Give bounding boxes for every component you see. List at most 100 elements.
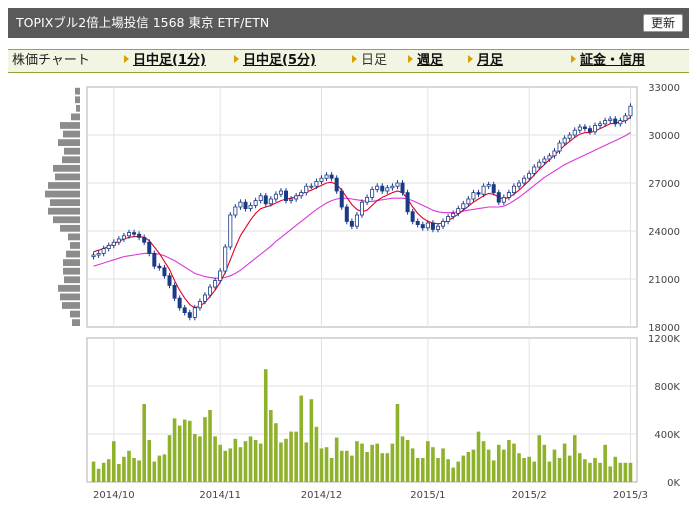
price-tick-label: 27000 — [648, 179, 680, 190]
candle-up — [385, 187, 390, 192]
volume-bar — [274, 423, 278, 482]
candle-up — [593, 125, 598, 133]
candle-up — [567, 134, 572, 139]
candle-up — [577, 126, 582, 131]
candle-up — [441, 220, 446, 227]
volume-bar — [537, 435, 542, 482]
volume-bar — [380, 453, 385, 482]
volume-bar — [572, 435, 577, 482]
candle-up — [273, 193, 278, 200]
volume-profile-bar — [48, 182, 80, 189]
volume-bar — [385, 453, 390, 482]
volume-bar — [279, 442, 283, 482]
candle-up — [197, 300, 202, 309]
volume-bar — [552, 449, 557, 482]
candle-up — [354, 214, 359, 227]
candle-up — [435, 225, 440, 230]
volume-profile-bar — [48, 207, 80, 215]
volume-bar — [461, 455, 466, 482]
volume-bar — [127, 450, 131, 482]
candle-down — [334, 177, 339, 192]
volume-profile-bar — [60, 122, 80, 129]
candle-up — [517, 182, 522, 187]
volume-bar — [238, 447, 243, 482]
candle-down — [137, 233, 142, 238]
date-tick-label: 2014/12 — [301, 490, 343, 501]
candle-down — [613, 118, 618, 125]
volume-bar — [284, 438, 288, 482]
candle-up — [547, 155, 552, 160]
candle-up — [527, 172, 532, 179]
candle-down — [263, 195, 268, 205]
candle-down — [243, 201, 248, 209]
volume-profile-bar — [53, 164, 80, 172]
candle-up — [96, 252, 101, 256]
candle-down — [329, 174, 334, 179]
volume-bar — [578, 453, 582, 482]
volume-bar — [517, 453, 521, 482]
candle-up — [359, 201, 364, 216]
volume-profile-bar — [45, 190, 80, 198]
candle-down — [172, 284, 177, 299]
volume-bar — [294, 431, 298, 482]
volume-bar — [400, 436, 405, 482]
candle-down — [132, 232, 137, 235]
candle-down — [142, 236, 147, 243]
candle-down — [420, 224, 425, 229]
volume-bar — [370, 444, 374, 482]
volume-profile-bar — [58, 284, 80, 292]
volume-bar — [436, 458, 440, 482]
volume-bar — [137, 460, 141, 482]
candle-up — [228, 214, 233, 248]
candle-up — [532, 166, 537, 174]
candle-up — [223, 246, 228, 272]
candle-up — [268, 198, 273, 205]
volume-bar — [203, 417, 207, 482]
volume-bar — [122, 456, 126, 482]
candle-up — [446, 216, 451, 222]
candle-up — [370, 188, 375, 198]
candle-up — [511, 185, 516, 193]
volume-bar — [147, 440, 152, 482]
volume-bar — [522, 458, 526, 482]
volume-bar — [289, 431, 293, 482]
volume-tick-label: 400K — [654, 430, 680, 441]
candle-up — [598, 123, 603, 126]
candle-down — [587, 128, 592, 133]
volume-profile-bar — [62, 302, 80, 309]
candle-down — [476, 192, 481, 195]
volume-bar — [350, 455, 354, 482]
candle-down — [349, 220, 354, 227]
candle-up — [101, 248, 106, 254]
volume-bar — [491, 460, 496, 482]
volume-profile-bar — [64, 147, 80, 155]
volume-bar — [598, 462, 602, 482]
candle-up — [506, 192, 511, 198]
volume-bar — [441, 448, 445, 482]
volume-bar — [567, 455, 572, 482]
volume-bar — [218, 444, 222, 482]
candle-up — [314, 180, 319, 187]
candle-up — [324, 174, 329, 179]
candle-up — [542, 158, 547, 163]
volume-bar — [456, 461, 461, 482]
volume-profile — [45, 87, 80, 326]
candle-up — [121, 235, 126, 240]
volume-bar — [182, 419, 187, 482]
volume-bar — [345, 450, 349, 482]
candle-up — [451, 212, 456, 217]
volume-bar — [532, 461, 537, 482]
volume-bar — [269, 410, 273, 482]
volume-profile-bar — [63, 130, 80, 138]
date-tick-label: 2014/10 — [93, 490, 135, 501]
candle-up — [537, 161, 542, 168]
volume-bar — [355, 441, 359, 482]
price-tick-label: 21000 — [648, 275, 680, 286]
volume-profile-bar — [63, 267, 80, 275]
candle-down — [162, 267, 167, 277]
volume-bar — [142, 404, 146, 482]
volume-bar — [152, 461, 157, 482]
candle-up — [202, 294, 207, 302]
volume-bar — [208, 410, 212, 482]
volume-bar — [329, 458, 334, 482]
